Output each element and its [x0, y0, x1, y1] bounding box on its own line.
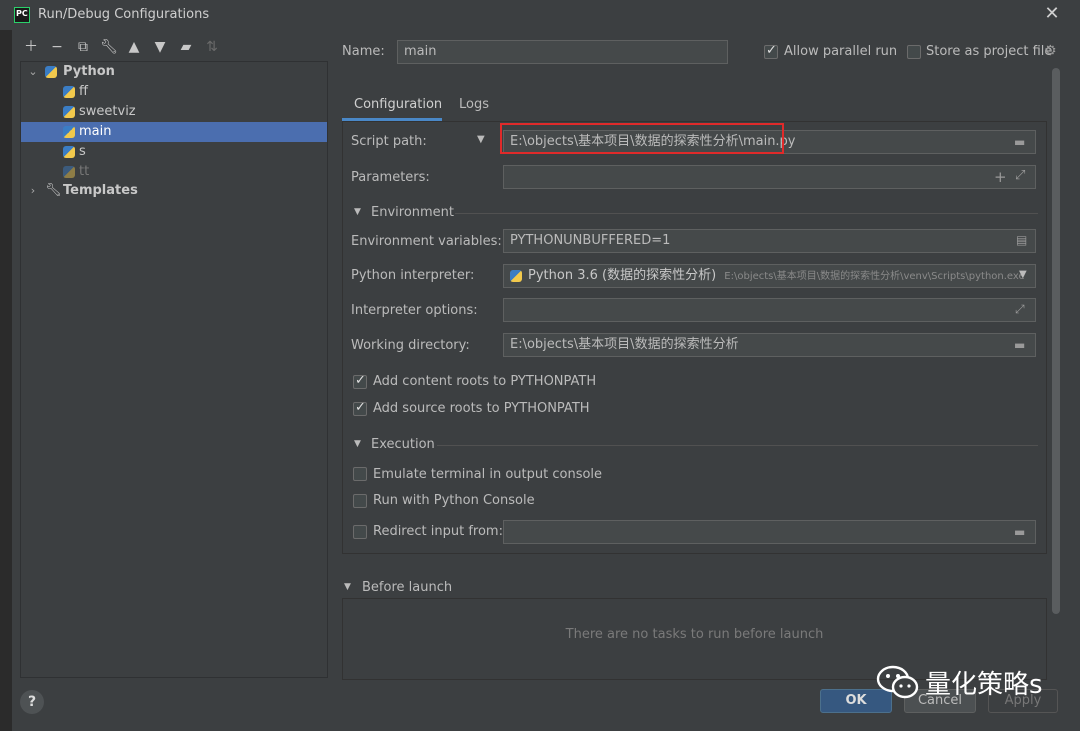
plus-icon[interactable]: + [994, 168, 1007, 186]
watermark-text: 量化策略s [925, 670, 1043, 700]
dropdown-arrow-icon[interactable]: ▼ [1019, 269, 1027, 280]
interp-options-label: Interpreter options: [351, 303, 478, 318]
tree-group-python[interactable]: ⌄ Python [21, 62, 327, 82]
wrench-icon[interactable]: 🔧︎ [100, 38, 118, 56]
emulate-terminal-label: Emulate terminal in output console [373, 467, 603, 482]
python-console-label: Run with Python Console [373, 493, 535, 508]
interpreter-label: Python interpreter: [351, 268, 475, 283]
expand-icon[interactable]: ⤢ [1015, 302, 1025, 317]
chevron-right-icon[interactable]: › [27, 181, 39, 201]
tree-item-label: tt [79, 164, 90, 179]
expand-icon[interactable]: ⤢ [1015, 168, 1025, 183]
interpreter-path: E:\objects\基本项目\数据的探索性分析\venv\Scripts\py… [724, 271, 1025, 282]
close-icon[interactable]: ✕ [1042, 4, 1062, 24]
python-icon [63, 126, 75, 138]
plus-icon[interactable]: ＋ [22, 38, 40, 56]
right-edge [1066, 30, 1080, 730]
interpreter-name: Python 3.6 (数据的探索性分析) [528, 268, 717, 283]
tree-item-sweetviz[interactable]: sweetviz [21, 102, 327, 122]
wechat-logo-icon [876, 665, 919, 699]
section-divider [437, 445, 1038, 446]
store-project-label: Store as project file [926, 44, 1053, 59]
dropdown-arrow-icon[interactable]: ▼ [477, 134, 485, 145]
workdir-input[interactable]: E:\objects\基本项目\数据的探索性分析 [503, 333, 1036, 357]
redirect-input-field[interactable] [503, 520, 1036, 544]
pycharm-app-icon [14, 7, 30, 23]
python-icon [63, 166, 75, 178]
arrow-up-icon[interactable]: ▲ [125, 38, 143, 56]
chevron-down-icon[interactable]: ▼ [344, 582, 351, 592]
interpreter-select[interactable]: Python 3.6 (数据的探索性分析) E:\objects\基本项目\数据… [503, 264, 1036, 288]
tab-logs[interactable]: Logs [459, 97, 489, 112]
source-roots-label: Add source roots to PYTHONPATH [373, 401, 590, 416]
background-editor-strip [0, 30, 12, 731]
tree-item-label: main [79, 124, 112, 139]
tree-item-s[interactable]: s [21, 142, 327, 162]
python-console-checkbox[interactable] [353, 494, 367, 508]
python-icon [63, 146, 75, 158]
tree-item-main[interactable]: main [21, 122, 327, 142]
section-divider [455, 213, 1038, 214]
folder-browse-icon[interactable]: ▬ [1014, 135, 1025, 149]
tree-item-label: sweetviz [79, 104, 136, 119]
environment-section-title: Environment [371, 205, 455, 220]
copy-icon[interactable]: ⧉ [74, 38, 92, 56]
tree-item-tt[interactable]: tt [21, 162, 327, 182]
allow-parallel-label: Allow parallel run [784, 44, 898, 59]
python-icon [63, 86, 75, 98]
source-roots-checkbox[interactable] [353, 400, 367, 416]
python-icon [63, 106, 75, 118]
parameters-input[interactable] [503, 165, 1036, 189]
allow-parallel-checkbox[interactable] [764, 43, 778, 59]
sort-icon[interactable]: ⇅ [203, 38, 221, 56]
highlight-box [500, 123, 784, 154]
name-input[interactable]: main [397, 40, 728, 64]
tab-configuration[interactable]: Configuration [342, 92, 442, 120]
window-title: Run/Debug Configurations [38, 7, 210, 22]
minus-icon[interactable]: − [48, 38, 66, 56]
tree-item-label: s [79, 144, 86, 159]
scrollbar[interactable] [1052, 68, 1060, 614]
redirect-input-checkbox[interactable] [353, 525, 367, 539]
env-vars-label: Environment variables: [351, 234, 502, 249]
gear-icon[interactable]: ⚙ [1044, 43, 1057, 59]
tree-group-templates[interactable]: › 🔧︎ Templates [21, 181, 327, 201]
python-icon [510, 270, 522, 282]
configuration-tree: ⌄ Python ff sweetviz main s tt › 🔧︎ Temp… [20, 61, 328, 678]
execution-section-title: Execution [371, 437, 435, 452]
help-button[interactable]: ? [20, 690, 44, 714]
wrench-icon: 🔧︎ [45, 183, 62, 198]
tree-item-ff[interactable]: ff [21, 82, 327, 102]
chevron-down-icon[interactable]: ⌄ [27, 62, 39, 82]
python-icon [45, 66, 57, 78]
content-roots-label: Add content roots to PYTHONPATH [373, 374, 597, 389]
tree-group-label: Python [63, 64, 115, 79]
content-roots-checkbox[interactable] [353, 373, 367, 389]
tree-group-label: Templates [63, 183, 138, 198]
parameters-label: Parameters: [351, 170, 430, 185]
tree-item-label: ff [79, 84, 88, 99]
chevron-down-icon[interactable]: ▼ [354, 439, 361, 449]
folder-browse-icon[interactable]: ▬ [1014, 525, 1025, 539]
env-vars-input[interactable]: PYTHONUNBUFFERED=1 [503, 229, 1036, 253]
store-project-checkbox[interactable] [907, 45, 921, 59]
name-label: Name: [342, 44, 385, 59]
before-launch-title: Before launch [362, 580, 453, 595]
folder-icon[interactable]: ▰ [177, 38, 195, 56]
chevron-down-icon[interactable]: ▼ [354, 207, 361, 217]
interp-options-input[interactable] [503, 298, 1036, 322]
folder-browse-icon[interactable]: ▬ [1014, 338, 1025, 352]
workdir-label: Working directory: [351, 338, 470, 353]
document-icon[interactable]: ▤ [1016, 233, 1027, 247]
emulate-terminal-checkbox[interactable] [353, 467, 367, 481]
tab-label: Configuration [354, 97, 443, 112]
redirect-input-label: Redirect input from: [373, 524, 503, 539]
before-launch-empty-text: There are no tasks to run before launch [565, 627, 824, 642]
arrow-down-icon[interactable]: ▼ [151, 38, 169, 56]
script-path-label: Script path: [351, 134, 427, 149]
